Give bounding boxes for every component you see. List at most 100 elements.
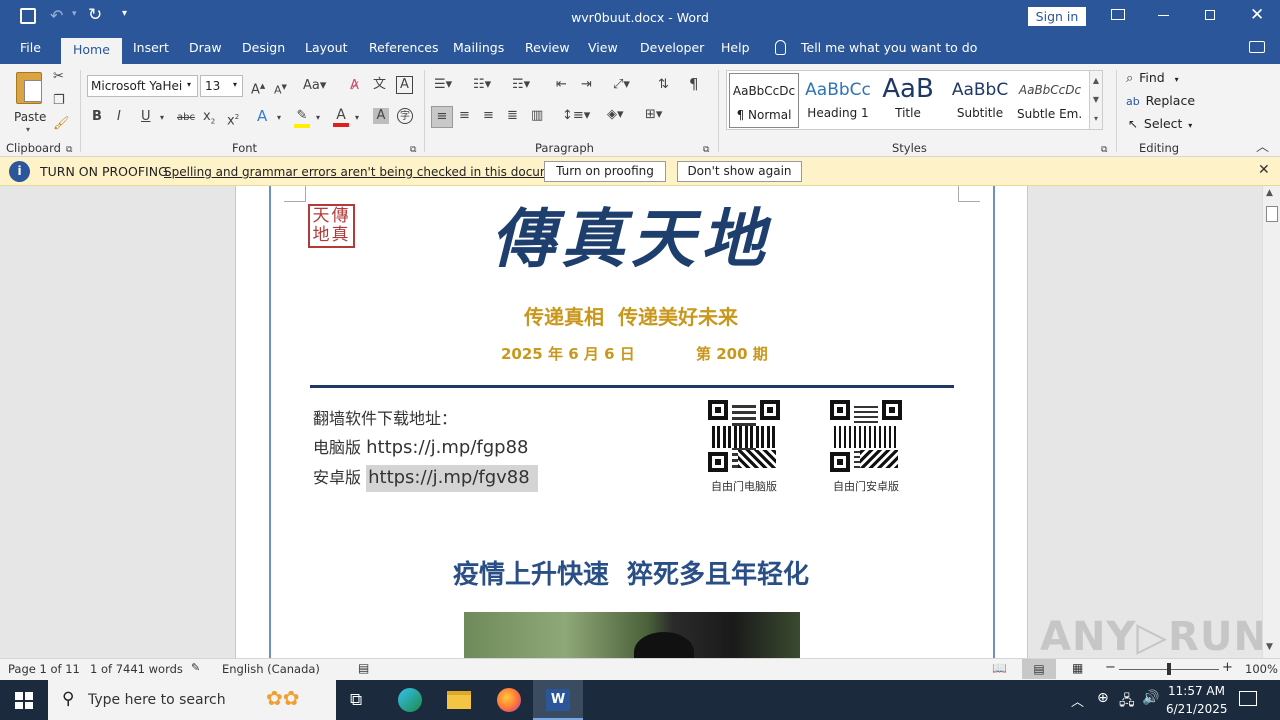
zoom-level[interactable]: 100% [1245, 662, 1278, 676]
bullets-icon[interactable]: ☰▾ [434, 77, 452, 93]
vertical-scrollbar[interactable]: ▲ ▼ [1262, 186, 1280, 658]
clipboard-launcher-icon[interactable]: ⧉ [66, 142, 72, 158]
tab-mailings[interactable]: Mailings [453, 40, 504, 55]
tab-file[interactable]: File [20, 40, 41, 55]
dont-show-again-button[interactable]: Don't show again [677, 161, 802, 182]
change-case-icon[interactable]: Aa▾ [303, 78, 326, 94]
tell-me-search[interactable]: Tell me what you want to do [801, 40, 977, 55]
taskbar-search-box[interactable]: ⚲ Type here to search ✿✿ [48, 680, 336, 720]
tab-help[interactable]: Help [721, 40, 750, 55]
minimize-icon[interactable] [1158, 15, 1169, 16]
shrink-font-icon[interactable]: A▼ [274, 79, 287, 99]
infobar-message-link[interactable]: Spelling and grammar errors aren't being… [164, 165, 575, 179]
sign-in-button[interactable]: Sign in [1028, 7, 1086, 26]
chevron-down-icon[interactable]: ▾ [187, 80, 191, 89]
print-layout-icon[interactable]: ▤ [1022, 659, 1056, 679]
zoom-out-icon[interactable]: − [1105, 660, 1116, 675]
ribbon-display-options-icon[interactable] [1111, 9, 1125, 20]
tab-layout[interactable]: Layout [305, 40, 348, 55]
scroll-thumb[interactable] [1266, 206, 1278, 222]
close-icon[interactable]: ✕ [1258, 162, 1270, 178]
close-icon[interactable]: ✕ [1250, 5, 1264, 25]
tab-draw[interactable]: Draw [189, 40, 222, 55]
tab-design[interactable]: Design [242, 40, 285, 55]
wired-network-icon[interactable]: 🖧 [1119, 690, 1135, 714]
italic-icon[interactable]: I [117, 109, 121, 125]
strikethrough-icon[interactable]: abc [177, 110, 195, 126]
tab-developer[interactable]: Developer [640, 40, 704, 55]
format-painter-icon[interactable]: 🖌 [53, 116, 70, 132]
font-color-icon[interactable]: A [333, 107, 349, 127]
zoom-in-icon[interactable]: + [1222, 660, 1233, 675]
document-page[interactable]: 天傳地真 傳真天地 传递真相 传递美好未来 2025 年 6 月 6 日 第 2… [235, 186, 1028, 658]
pc-url-link[interactable]: https://j.mp/fgp88 [366, 437, 528, 458]
underline-icon[interactable]: U [141, 109, 151, 125]
tab-view[interactable]: View [588, 40, 618, 55]
edge-icon[interactable] [398, 688, 422, 712]
chevron-down-icon[interactable]: ▾ [316, 110, 320, 126]
chevron-down-icon[interactable]: ▾ [160, 110, 164, 126]
asian-layout-icon[interactable]: ⤢▾ [613, 77, 630, 93]
document-canvas[interactable]: 天傳地真 傳真天地 传递真相 传递美好未来 2025 年 6 月 6 日 第 2… [0, 186, 1262, 658]
character-border-icon[interactable]: A [396, 76, 413, 94]
word-taskbar-button[interactable]: W [533, 680, 583, 720]
volume-icon[interactable]: 🔊 [1142, 690, 1159, 706]
style-subtle-emphasis[interactable]: AaBbCcDc Subtle Em... [1017, 73, 1083, 131]
clear-formatting-icon[interactable]: A̷ [350, 78, 359, 94]
paste-dropdown-icon[interactable]: ▾ [26, 125, 30, 134]
style-title[interactable]: AaB Title [873, 73, 943, 131]
sort-icon[interactable]: ⇅ [658, 77, 669, 93]
macro-recording-icon[interactable]: ▤ [358, 661, 369, 675]
restore-icon[interactable] [1205, 10, 1215, 20]
styles-scroll[interactable]: ▲ ▼ ▾ [1089, 70, 1103, 130]
decrease-indent-icon[interactable]: ⇤ [556, 77, 567, 93]
network-icon[interactable]: ⊕ [1097, 690, 1109, 706]
android-url-link[interactable]: https://j.mp/fgv88 [366, 465, 538, 492]
tab-review[interactable]: Review [525, 40, 570, 55]
scroll-down-icon[interactable]: ▼ [1266, 642, 1273, 652]
shading-icon[interactable]: ◈▾ [607, 107, 624, 123]
tab-home[interactable]: Home [61, 38, 122, 64]
style-subtitle[interactable]: AaBbC Subtitle [945, 73, 1015, 131]
superscript-icon[interactable]: x2 [227, 109, 239, 129]
task-view-icon[interactable]: ⧉ [350, 690, 362, 710]
increase-indent-icon[interactable]: ⇥ [581, 77, 592, 93]
styles-launcher-icon[interactable]: ⧉ [1101, 142, 1107, 158]
turn-on-proofing-button[interactable]: Turn on proofing [544, 161, 666, 182]
find-button[interactable]: ⌕ Find ▾ [1126, 70, 1179, 88]
style-heading-1[interactable]: AaBbCc Heading 1 [803, 73, 873, 131]
chevron-down-icon[interactable]: ▾ [233, 80, 237, 89]
show-formatting-marks-icon[interactable]: ¶ [689, 76, 699, 92]
show-hidden-icons-icon[interactable]: ︿ [1071, 691, 1084, 710]
font-launcher-icon[interactable]: ⧉ [410, 142, 416, 158]
read-mode-icon[interactable]: 📖 [992, 661, 1007, 675]
page-count[interactable]: Page 1 of 11 [8, 662, 80, 676]
line-spacing-icon[interactable]: ↕≡▾ [562, 108, 590, 124]
style-normal[interactable]: AaBbCcDc ¶ Normal [729, 73, 799, 128]
tab-references[interactable]: References [369, 40, 438, 55]
bold-icon[interactable]: B [92, 109, 102, 125]
chevron-down-icon[interactable]: ▾ [355, 110, 359, 126]
zoom-slider[interactable] [1119, 663, 1219, 675]
collapse-ribbon-icon[interactable]: ︿ [1256, 140, 1269, 156]
highlight-icon[interactable]: ✎ [294, 108, 310, 128]
tab-insert[interactable]: Insert [133, 40, 169, 55]
windows-start-icon[interactable] [15, 692, 33, 709]
enclose-characters-icon[interactable]: 字 [397, 108, 413, 124]
paragraph-launcher-icon[interactable]: ⧉ [703, 142, 709, 158]
notification-center-icon[interactable] [1239, 691, 1257, 706]
font-size-combobox[interactable]: 13 ▾ [200, 75, 243, 97]
subscript-icon[interactable]: x2 [203, 109, 215, 130]
redo-icon[interactable]: ↻ [88, 5, 102, 25]
undo-icon[interactable]: ↶ [50, 6, 63, 25]
language-status[interactable]: English (Canada) [222, 662, 320, 676]
word-count[interactable]: 1 of 7441 words [90, 662, 183, 676]
justify-icon[interactable]: ≣ [507, 108, 518, 124]
character-shading-icon[interactable]: A [373, 108, 389, 124]
chevron-down-icon[interactable]: ▾ [277, 110, 281, 126]
numbering-icon[interactable]: ☷▾ [473, 77, 491, 93]
font-name-combobox[interactable]: Microsoft YaHei ▾ [87, 75, 198, 97]
clock-date[interactable]: 6/21/2025 [1166, 702, 1228, 716]
align-left-icon[interactable]: ≡ [431, 106, 453, 128]
copy-icon[interactable]: ❐ [53, 93, 65, 109]
